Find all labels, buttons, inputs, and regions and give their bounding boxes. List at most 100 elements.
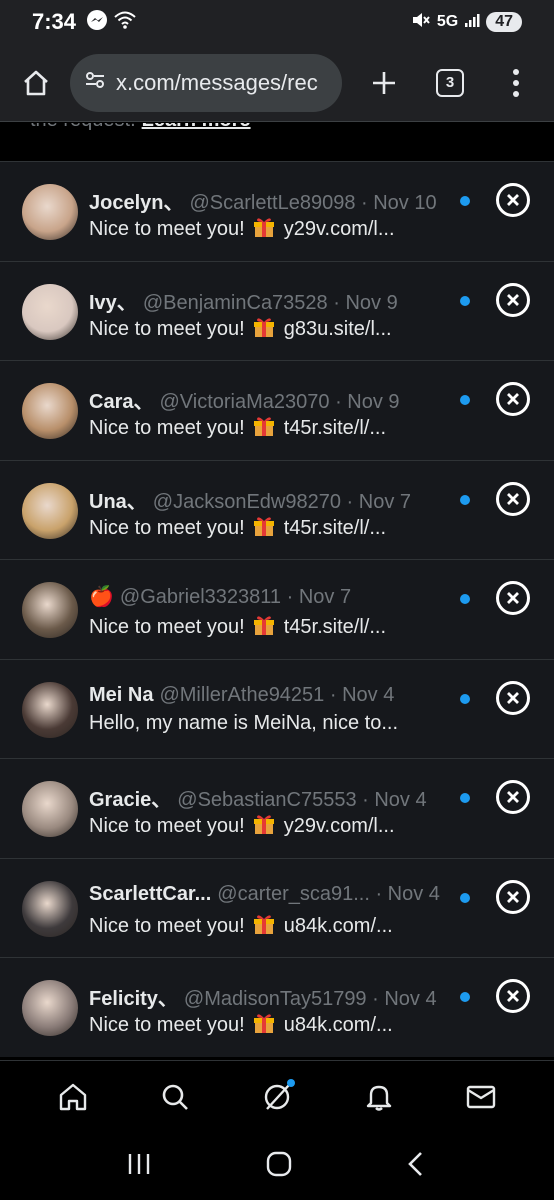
avatar[interactable] — [22, 681, 78, 738]
bell-icon — [366, 1085, 392, 1111]
messenger-icon — [86, 9, 108, 36]
avatar[interactable] — [22, 582, 78, 638]
dismiss-request-button[interactable] — [496, 780, 530, 814]
avatar[interactable] — [22, 184, 78, 240]
nav-home[interactable] — [53, 1077, 93, 1117]
sender-name: Jocelyn、 — [89, 192, 184, 214]
system-nav-bar — [0, 1132, 554, 1200]
gift-icon — [252, 1010, 276, 1040]
close-icon — [507, 791, 519, 803]
sender-handle-date: @MadisonTay51799 · Nov 4 — [183, 988, 437, 1010]
sender-name: Cara、 — [89, 391, 154, 413]
dismiss-request-button[interactable] — [496, 282, 530, 317]
gift-icon — [252, 911, 276, 941]
close-icon — [507, 293, 519, 306]
message-request-row[interactable]: Jocelyn、 @ScarlettLe89098 · Nov 10 Nice to… — [0, 161, 554, 261]
avatar[interactable] — [22, 980, 78, 1036]
message-request-row[interactable]: Una、 @JacksonEdw98270 · Nov 7 Nice to meet… — [0, 459, 554, 559]
sender-handle-date: @Gabriel3323811 · Nov 7 — [119, 586, 352, 608]
dismiss-request-button[interactable] — [496, 680, 530, 715]
preview-link: t45r.site/l/... — [283, 516, 387, 539]
sender-handle-date: @SebastianC75553 · Nov 4 — [177, 789, 427, 811]
unread-indicator — [460, 892, 470, 903]
close-icon — [507, 691, 519, 704]
dismiss-request-button[interactable] — [496, 879, 530, 914]
sender-name: ScarlettCar... — [89, 882, 212, 905]
sender-name: Felicity、 — [89, 988, 178, 1010]
gift-icon — [252, 612, 276, 642]
close-icon — [507, 890, 519, 903]
avatar[interactable] — [22, 880, 78, 937]
status-time: 7:34 — [32, 9, 77, 34]
preview-link: u84k.com/... — [283, 914, 393, 937]
search-icon — [162, 1084, 188, 1110]
unread-indicator — [460, 594, 470, 604]
gift-icon — [252, 811, 276, 841]
sender-name: Una、 — [89, 490, 147, 513]
message-request-row[interactable]: Mei Na @MillerAthe94251 · Nov 4 Hello, my … — [0, 658, 554, 758]
new-tab-button[interactable] — [364, 63, 404, 103]
gift-icon — [252, 214, 276, 244]
signal-icon — [464, 12, 480, 33]
message-requests-content: the request.Learn more Jocelyn、@Scarlett… — [0, 123, 554, 1060]
close-icon — [507, 393, 519, 405]
close-icon — [507, 990, 519, 1002]
message-request-row[interactable]: Felicity、 @MadisonTay51799 · Nov 4 Nice to… — [0, 957, 554, 1057]
browser-home-button[interactable] — [16, 63, 56, 103]
unread-indicator — [460, 494, 470, 505]
message-preview: Nice to meet you! t45r.site/l/... — [89, 513, 419, 543]
message-preview: Nice to meet you! t45r.site/l/... — [89, 612, 419, 642]
network-type: 5G — [436, 13, 459, 30]
url-text: x.com/messages/rec — [116, 69, 318, 95]
message-request-row[interactable]: ScarlettCar... @carter_sca91... · Nov 4 Ni… — [0, 857, 554, 957]
avatar[interactable] — [22, 781, 78, 837]
nav-notifications[interactable] — [359, 1077, 399, 1117]
tab-switcher-button[interactable]: 3 — [436, 68, 464, 97]
bottom-nav — [0, 1060, 554, 1132]
message-request-row[interactable]: Ivy、 @BenjaminCa73528 · Nov 9 Nice to meet… — [0, 260, 554, 360]
home-icon — [24, 70, 48, 95]
browser-menu-button[interactable] — [504, 63, 528, 103]
system-home-button[interactable] — [265, 1150, 293, 1183]
address-bar[interactable]: x.com/messages/rec — [70, 53, 342, 112]
unread-indicator — [460, 295, 470, 306]
avatar[interactable] — [22, 383, 78, 439]
sender-handle-date: @carter_sca91... · Nov 4 — [217, 882, 440, 905]
nav-badge-dot — [287, 1078, 295, 1087]
gift-icon — [252, 314, 276, 344]
dismiss-request-button[interactable] — [496, 979, 530, 1013]
nav-grok[interactable] — [257, 1077, 297, 1117]
battery-indicator: 47 — [486, 12, 522, 32]
message-preview: Nice to meet you! u84k.com/... — [89, 911, 419, 941]
dismiss-request-button[interactable] — [496, 382, 530, 416]
message-preview: Nice to meet you! t45r.site/l/... — [89, 413, 419, 443]
message-request-row[interactable]: Gracie、 @SebastianC75553 · Nov 4 Nice to m… — [0, 758, 554, 858]
message-request-row[interactable]: Cara、 @VictoriaMa23070 · Nov 9 Nice to mee… — [0, 360, 554, 460]
unread-indicator — [460, 196, 470, 206]
recents-button[interactable] — [126, 1152, 154, 1181]
plus-icon — [373, 71, 395, 94]
dismiss-request-button[interactable] — [496, 183, 530, 217]
close-icon — [507, 492, 519, 505]
avatar[interactable] — [22, 283, 78, 340]
message-preview: Hello, my name is MeiNa, nice to... — [89, 711, 398, 734]
nav-search[interactable] — [155, 1077, 195, 1117]
preview-link: u84k.com/... — [283, 1014, 393, 1036]
message-preview: Nice to meet you! y29v.com/l... — [89, 214, 419, 244]
system-back-button[interactable] — [404, 1150, 428, 1183]
nav-messages[interactable] — [461, 1077, 501, 1117]
avatar[interactable] — [22, 482, 78, 539]
sender-name: Mei Na — [89, 683, 154, 706]
dismiss-request-button[interactable] — [496, 581, 530, 615]
learn-more-link[interactable]: Learn more — [142, 123, 251, 131]
message-preview: Nice to meet you! y29v.com/l... — [89, 811, 419, 841]
mute-icon — [411, 11, 431, 34]
site-settings-icon[interactable] — [84, 69, 106, 96]
preview-link: t45r.site/l/... — [283, 417, 387, 439]
dismiss-request-button[interactable] — [496, 481, 530, 516]
browser-toolbar: x.com/messages/rec 3 — [0, 44, 554, 122]
message-preview: Nice to meet you! u84k.com/... — [89, 1010, 419, 1040]
unread-indicator — [460, 395, 470, 405]
status-bar: 7:34 5G 47 — [0, 0, 554, 44]
message-request-row[interactable]: 🍎 @Gabriel3323811 · Nov 7 Nice to meet you… — [0, 559, 554, 659]
